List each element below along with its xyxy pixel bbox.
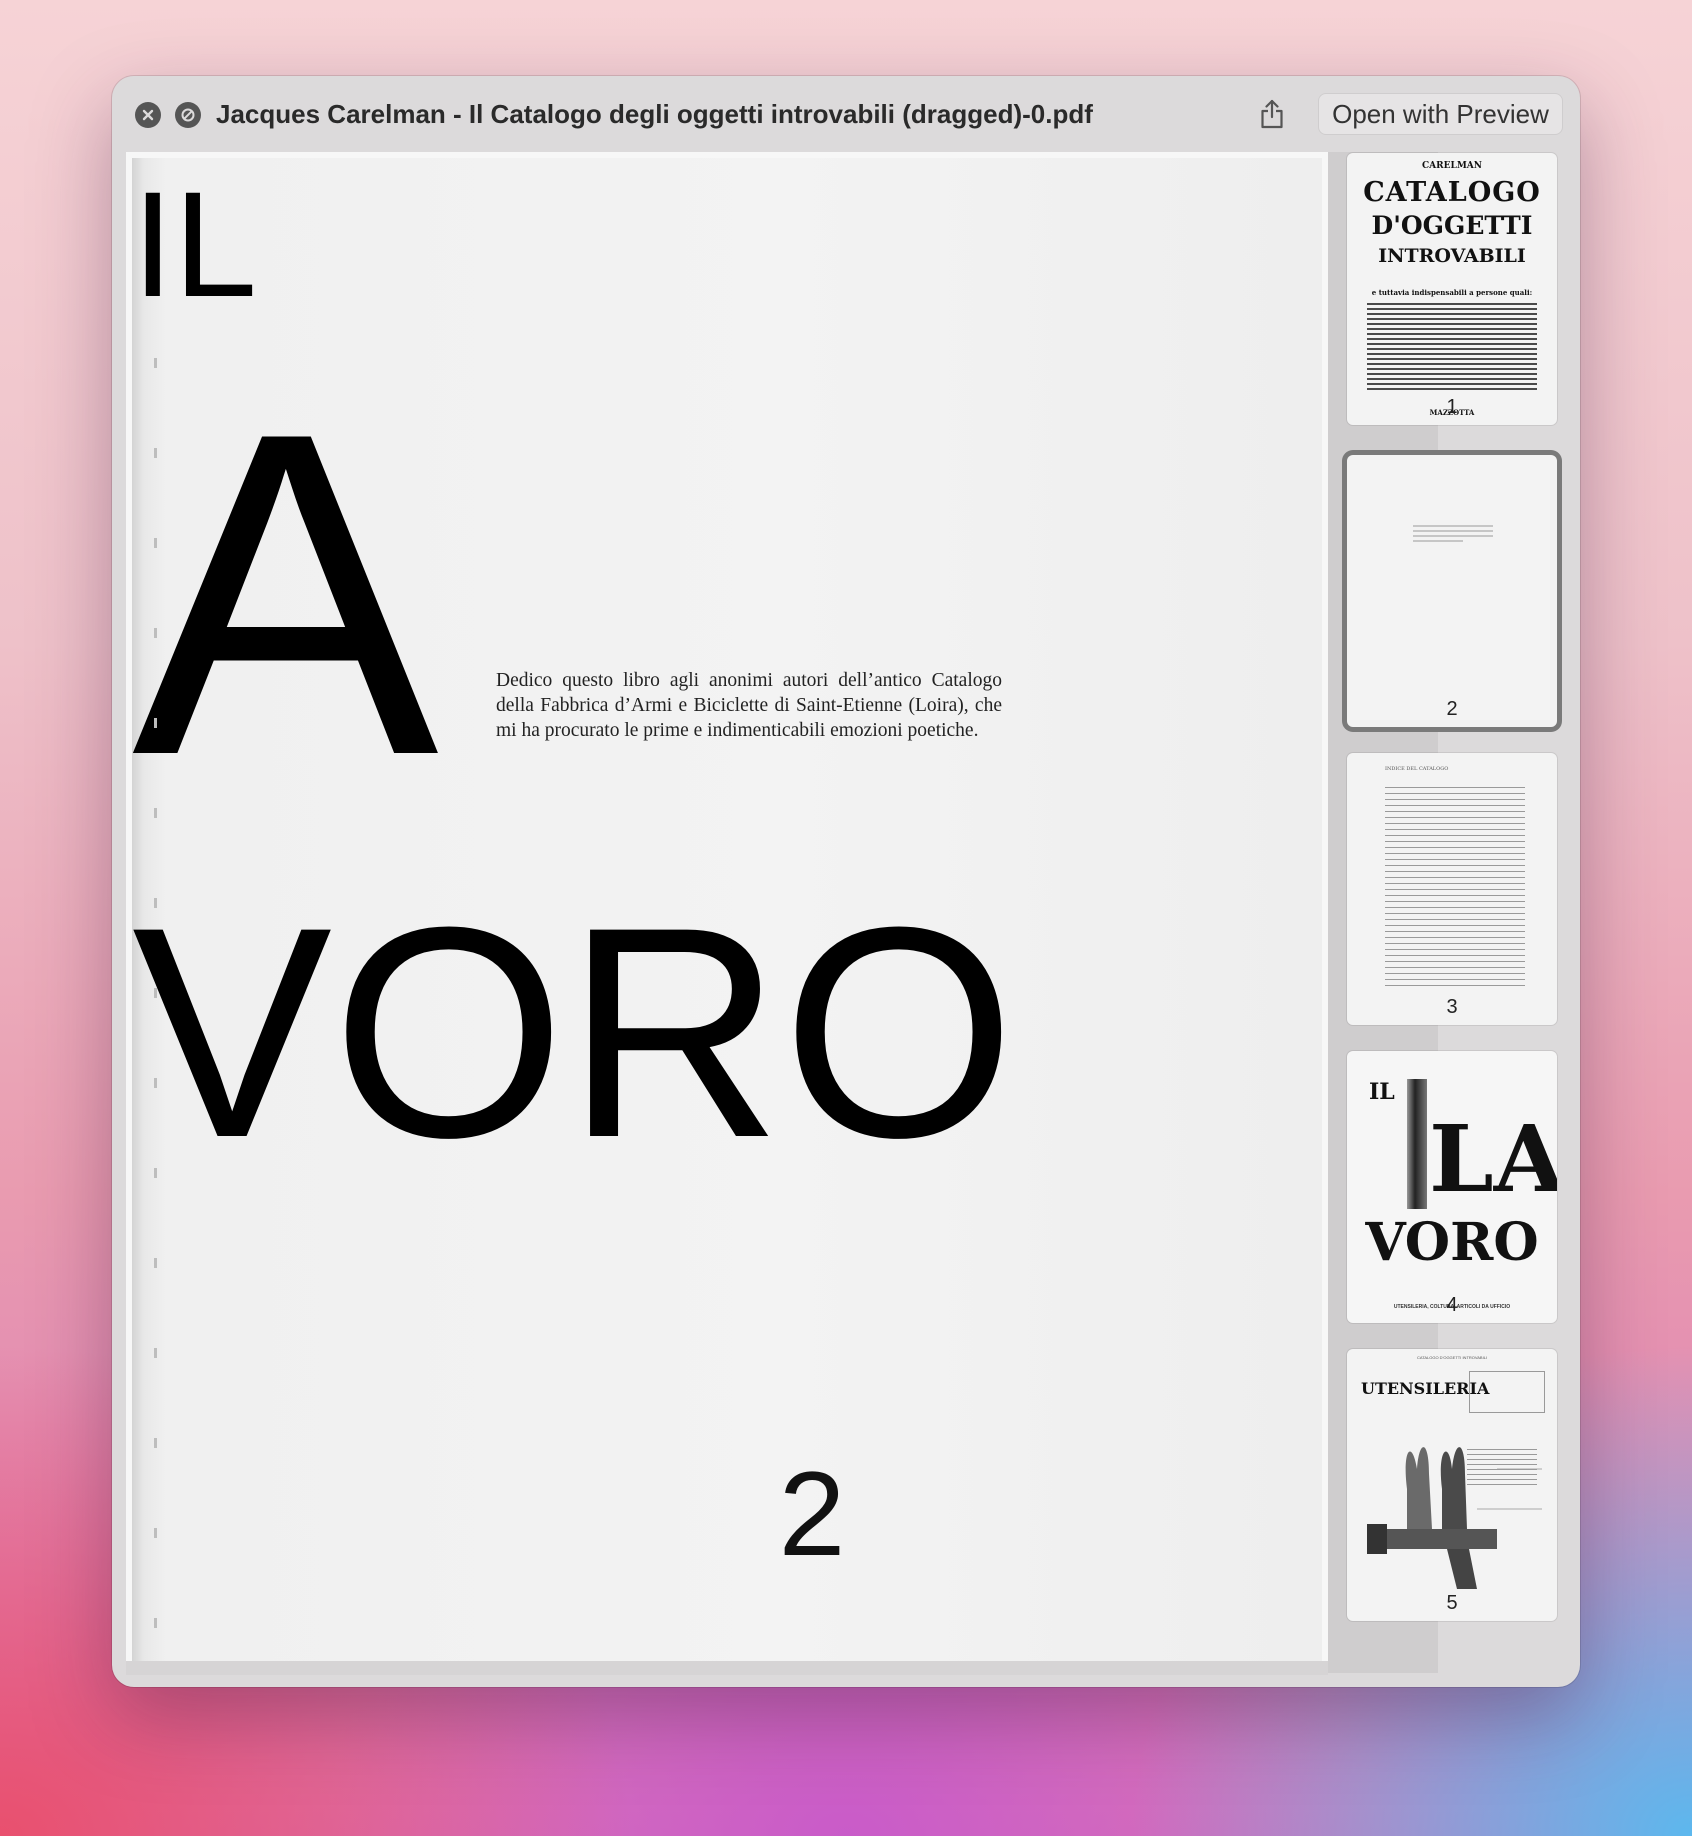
title-bar: Jacques Carelman - Il Catalogo degli ogg… xyxy=(112,76,1580,152)
block-icon[interactable] xyxy=(175,102,201,128)
dedication-text: Dedico questo libro agli anonimi autori … xyxy=(496,670,1002,741)
thumbnail-label: 1 xyxy=(1446,396,1458,418)
thumbnail-label: 3 xyxy=(1446,996,1458,1018)
thumbnail-label: 2 xyxy=(1446,698,1458,720)
thumbnail-label: 5 xyxy=(1446,1592,1458,1614)
thumbnail-page-4[interactable]: IL LA VORO UTENSILERIA, COLTURA, ARTICOL… xyxy=(1347,1051,1557,1323)
thumbnail-label: 4 xyxy=(1446,1294,1458,1316)
page-frame: IL A VORO Dedico questo libro agli anoni… xyxy=(126,152,1328,1675)
thumbnail-page-3[interactable]: INDICE DEL CATALOGO 3 xyxy=(1347,753,1557,1025)
pdf-page-2: IL A VORO Dedico questo libro agli anoni… xyxy=(132,158,1322,1661)
open-with-preview-button[interactable]: Open with Preview xyxy=(1318,93,1563,135)
share-button[interactable] xyxy=(1252,94,1292,134)
thumbnail-page-2[interactable]: 2 xyxy=(1347,455,1557,727)
thumbnail-page-1[interactable]: CARELMAN CATALOGO D'OGGETTI INTROVABILI … xyxy=(1347,153,1557,425)
thumbnail-page-5[interactable]: CATALOGO D'OGGETTI INTROVABILI UTENSILER… xyxy=(1347,1349,1557,1621)
window-title: Jacques Carelman - Il Catalogo degli ogg… xyxy=(216,99,1093,129)
share-icon xyxy=(1261,99,1283,129)
show-through: IL xyxy=(132,160,258,328)
page-number: 2 xyxy=(778,1447,846,1581)
close-icon[interactable] xyxy=(135,102,161,128)
